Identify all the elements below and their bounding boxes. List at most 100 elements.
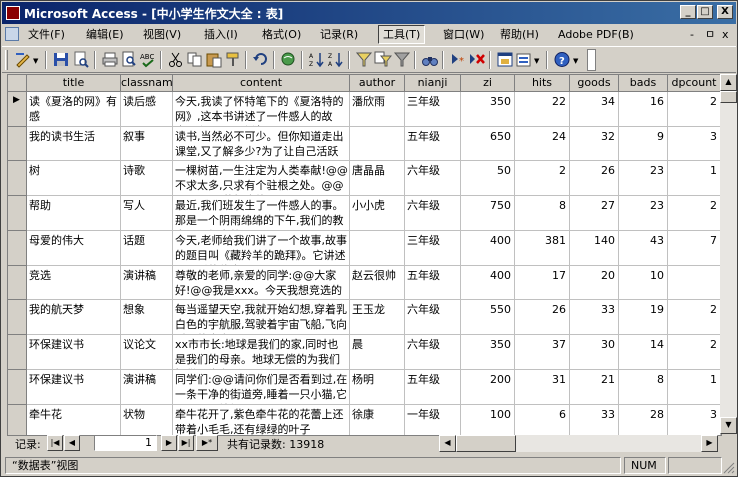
cell-bads[interactable]: 16: [619, 92, 668, 127]
scroll-left-button[interactable]: ◀: [439, 435, 456, 452]
delete-record-icon[interactable]: [468, 51, 486, 68]
cell-author[interactable]: 潘欣雨: [350, 92, 405, 127]
file-search-icon[interactable]: [72, 51, 90, 68]
cell-classname[interactable]: 状物: [121, 405, 173, 435]
cell-title[interactable]: 母爱的伟大: [27, 231, 121, 266]
save-icon[interactable]: [52, 51, 70, 68]
scroll-down-button[interactable]: ▼: [720, 417, 737, 434]
cell-zi[interactable]: 200: [461, 370, 515, 405]
cell-nianji[interactable]: 三年级: [405, 92, 461, 127]
cell-author[interactable]: 唐晶晶: [350, 161, 405, 196]
toolbar-grip[interactable]: [5, 50, 8, 70]
insert-hyperlink-icon[interactable]: [280, 51, 298, 68]
cell-hits[interactable]: 381: [515, 231, 570, 266]
menu-item[interactable]: 帮助(H): [496, 26, 543, 43]
cell-nianji[interactable]: 五年级: [405, 127, 461, 161]
cell-bads[interactable]: 14: [619, 335, 668, 370]
minimize-button[interactable]: _: [680, 5, 696, 19]
cell-title[interactable]: 我的读书生活: [27, 127, 121, 161]
cell-content[interactable]: 最近,我们班发生了一件感人的事。那是一个阴雨绵绵的下午,我们的教室里显得安静: [173, 196, 350, 231]
cell-title[interactable]: 环保建议书: [27, 335, 121, 370]
cell-classname[interactable]: 叙事: [121, 127, 173, 161]
cell-dpcount[interactable]: 3: [668, 405, 721, 435]
cell-author[interactable]: 王玉龙: [350, 300, 405, 335]
cell-title[interactable]: 我的航天梦: [27, 300, 121, 335]
cell-bads[interactable]: 23: [619, 161, 668, 196]
column-header-dpcount[interactable]: dpcount: [668, 75, 721, 92]
new-object-icon[interactable]: [515, 51, 533, 68]
spelling-icon[interactable]: ABC: [139, 51, 157, 68]
cell-content[interactable]: 读书,当然必不可少。但你知道走出课堂,又了解多少?为了让自己活跃在课堂上,我就读…: [173, 127, 350, 161]
cell-goods[interactable]: 140: [570, 231, 619, 266]
column-header-nianji[interactable]: nianji: [405, 75, 461, 92]
scroll-right-button[interactable]: ▶: [701, 435, 718, 452]
cell-goods[interactable]: 30: [570, 335, 619, 370]
cell-content[interactable]: 同学们:@@请问你们是否看到过,在一条干净的街道旁,睡着一只小猫,它周围都是垃圾: [173, 370, 350, 405]
cell-dpcount[interactable]: 2: [668, 335, 721, 370]
cell-dpcount[interactable]: 2: [668, 300, 721, 335]
design-view-icon[interactable]: [14, 51, 32, 68]
menu-item[interactable]: 工具(T): [378, 25, 426, 44]
mdi-restore-button[interactable]: ㅁ: [705, 28, 715, 42]
cell-dpcount[interactable]: 2: [668, 92, 721, 127]
cell-nianji[interactable]: 六年级: [405, 161, 461, 196]
new-record-button[interactable]: ▶*: [196, 435, 218, 451]
cell-zi[interactable]: 650: [461, 127, 515, 161]
cell-content[interactable]: 牵牛花开了,紫色牵牛花的花蕾上还带着小毛毛,还有绿绿的叶子: [173, 405, 350, 435]
next-record-button[interactable]: ▶: [161, 435, 177, 451]
sort-ascending-icon[interactable]: AZ: [308, 51, 326, 68]
cell-hits[interactable]: 2: [515, 161, 570, 196]
horizontal-scrollbar[interactable]: ◀ ▶: [439, 435, 718, 452]
menu-item[interactable]: 格式(O): [258, 26, 305, 43]
cut-icon[interactable]: [167, 51, 185, 68]
cell-dpcount[interactable]: [668, 266, 721, 300]
record-selector[interactable]: [8, 161, 27, 196]
column-header-content[interactable]: content: [173, 75, 350, 92]
cell-classname[interactable]: 读后感: [121, 92, 173, 127]
record-selector[interactable]: [8, 266, 27, 300]
toolbar-options-dropdown-icon[interactable]: ▼: [573, 57, 578, 65]
menu-item[interactable]: Adobe PDF(B): [554, 26, 638, 43]
cell-hits[interactable]: 31: [515, 370, 570, 405]
cell-nianji[interactable]: 六年级: [405, 335, 461, 370]
cell-nianji[interactable]: 五年级: [405, 266, 461, 300]
restore-button[interactable]: □: [697, 5, 713, 19]
sort-descending-icon[interactable]: ZA: [327, 51, 345, 68]
cell-title[interactable]: 竞选: [27, 266, 121, 300]
cell-hits[interactable]: 17: [515, 266, 570, 300]
cell-nianji[interactable]: 六年级: [405, 300, 461, 335]
resize-grip-icon[interactable]: [723, 462, 735, 474]
column-header-hits[interactable]: hits: [515, 75, 570, 92]
cell-classname[interactable]: 想象: [121, 300, 173, 335]
cell-hits[interactable]: 24: [515, 127, 570, 161]
cell-zi[interactable]: 350: [461, 335, 515, 370]
menu-item[interactable]: 窗口(W): [439, 26, 488, 43]
print-preview-icon[interactable]: [120, 51, 138, 68]
menu-item[interactable]: 插入(I): [200, 26, 242, 43]
cell-hits[interactable]: 8: [515, 196, 570, 231]
cell-nianji[interactable]: 五年级: [405, 370, 461, 405]
cell-dpcount[interactable]: 1: [668, 161, 721, 196]
record-selector[interactable]: [8, 370, 27, 405]
current-record-input[interactable]: 1: [94, 435, 157, 451]
cell-title[interactable]: 读《夏洛的网》有感: [27, 92, 121, 127]
cell-goods[interactable]: 21: [570, 370, 619, 405]
last-record-button[interactable]: ▶|: [178, 435, 194, 451]
cell-zi[interactable]: 400: [461, 266, 515, 300]
cell-title[interactable]: 环保建议书: [27, 370, 121, 405]
column-header-title[interactable]: title: [27, 75, 121, 92]
cell-zi[interactable]: 400: [461, 231, 515, 266]
cell-author[interactable]: 徐康: [350, 405, 405, 435]
first-record-button[interactable]: |◀: [47, 435, 63, 451]
cell-zi[interactable]: 750: [461, 196, 515, 231]
cell-bads[interactable]: 9: [619, 127, 668, 161]
cell-hits[interactable]: 6: [515, 405, 570, 435]
cell-author[interactable]: 小小虎: [350, 196, 405, 231]
cell-bads[interactable]: 8: [619, 370, 668, 405]
cell-content[interactable]: 尊敬的老师,亲爱的同学:@@大家好!@@我是xxx。今天我想竞选的是卫生委员。我…: [173, 266, 350, 300]
column-header-goods[interactable]: goods: [570, 75, 619, 92]
record-selector[interactable]: [8, 300, 27, 335]
paste-icon[interactable]: [205, 51, 223, 68]
cell-classname[interactable]: 演讲稿: [121, 266, 173, 300]
cell-bads[interactable]: 28: [619, 405, 668, 435]
